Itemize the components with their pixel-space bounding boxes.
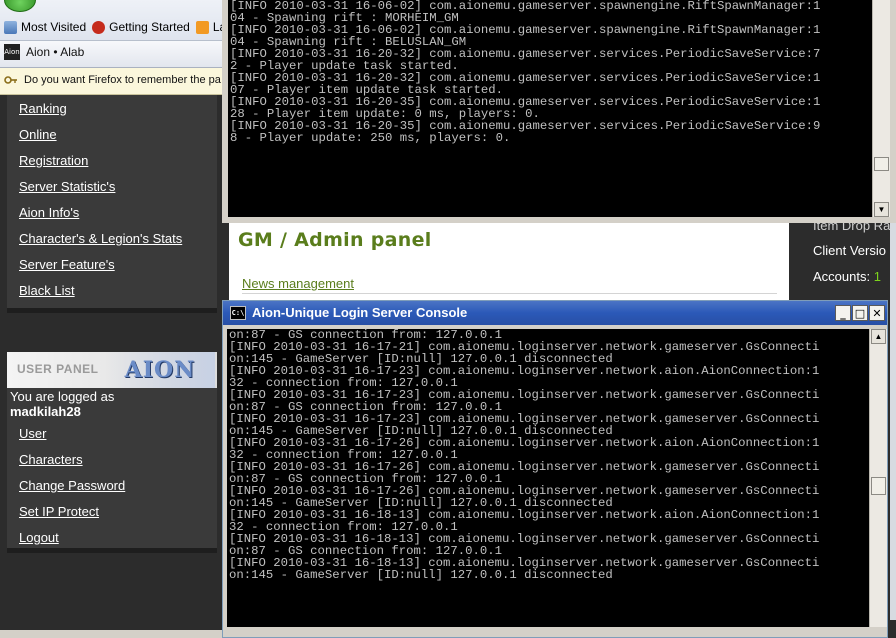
scrollbar-thumb[interactable] xyxy=(871,477,886,495)
back-button[interactable] xyxy=(4,0,36,12)
nav-link-online[interactable]: Online xyxy=(19,127,57,142)
accounts-value: 1 xyxy=(873,269,881,284)
close-button[interactable]: ✕ xyxy=(869,305,885,321)
console-window-title: Aion-Unique Login Server Console xyxy=(252,305,468,320)
console-line: on:145 - GameServer [ID:null] 127.0.0.1 … xyxy=(229,568,613,582)
news-management-link[interactable]: News management xyxy=(242,276,354,291)
main-content: GM / Admin panel News management xyxy=(229,218,789,300)
bookmarks-toolbar: Most Visited Getting Started Lat xyxy=(0,0,230,41)
user-link-set-ip-protect[interactable]: Set IP Protect xyxy=(19,504,99,519)
bookmark-label: Most Visited xyxy=(21,20,87,34)
user-link-change-password[interactable]: Change Password xyxy=(19,478,125,493)
bookmark-label: Getting Started xyxy=(109,20,190,34)
user-link-characters[interactable]: Characters xyxy=(19,452,83,467)
rss-feed-icon xyxy=(195,20,209,34)
password-notification-bar: Do you want Firefox to remember the pa xyxy=(0,68,230,95)
bookmarks-folder-icon xyxy=(4,20,17,34)
login-console-scrollbar[interactable]: ▲ xyxy=(869,329,887,627)
server-info-panel: Item Drop Ra Client Versio Accounts: 1 xyxy=(800,218,896,300)
tab-title: Aion • Alab xyxy=(26,45,85,59)
content-divider xyxy=(242,293,777,294)
page-title: GM / Admin panel xyxy=(238,229,432,251)
aion-favicon-icon: Aion xyxy=(4,44,20,60)
nav-link-registration[interactable]: Registration xyxy=(19,153,88,168)
logged-in-username: madkilah28 xyxy=(10,404,81,419)
nav-link-aion-info[interactable]: Aion Info's xyxy=(19,205,79,220)
nav-link-character-legion-stats[interactable]: Character's & Legion's Stats xyxy=(19,231,182,246)
tab-bar: Aion Aion • Alab xyxy=(0,41,230,68)
client-version-label: Client Versio xyxy=(813,243,886,258)
nav-link-ranking[interactable]: Ranking xyxy=(19,101,67,116)
user-link-logout[interactable]: Logout xyxy=(19,530,59,545)
accounts-label: Accounts: xyxy=(813,269,874,284)
key-icon xyxy=(4,76,17,84)
tab-aion[interactable]: Aion Aion • Alab xyxy=(4,44,84,60)
browser-status-bar xyxy=(0,630,222,638)
game-server-console-window[interactable]: [INFO 2010-03-31 16-06-02] com.aionemu.g… xyxy=(222,0,896,223)
bookmark-most-visited[interactable]: Most Visited xyxy=(4,20,86,34)
aion-logo: AION xyxy=(105,352,215,388)
user-panel-title: USER PANEL xyxy=(17,362,99,376)
command-prompt-icon: C:\ xyxy=(230,305,246,320)
aion-logo-text: AION xyxy=(124,357,196,383)
nav-link-server-features[interactable]: Server Feature's xyxy=(19,257,115,272)
logged-in-label: You are logged as xyxy=(10,389,115,404)
minimize-button[interactable]: _ xyxy=(835,305,851,321)
maximize-button[interactable]: □ xyxy=(852,305,868,321)
nav-link-server-statistics[interactable]: Server Statistic's xyxy=(19,179,115,194)
scrollbar-thumb[interactable] xyxy=(874,157,889,171)
user-panel-divider xyxy=(7,548,217,553)
game-server-console-output[interactable]: [INFO 2010-03-31 16-06-02] com.aionemu.g… xyxy=(228,0,872,217)
accounts-stat: Accounts: 1 xyxy=(813,269,881,284)
user-link-user[interactable]: User xyxy=(19,426,46,441)
game-console-scrollbar[interactable]: ▼ xyxy=(872,0,890,217)
login-server-console-output[interactable]: on:87 - GS connection from: 127.0.0.1 [IN… xyxy=(227,329,869,627)
firefox-icon xyxy=(92,20,106,34)
nav-link-black-list[interactable]: Black List xyxy=(19,283,75,298)
user-panel-header: USER PANEL AION xyxy=(7,352,217,388)
console-titlebar[interactable]: C:\ Aion-Unique Login Server Console _ □… xyxy=(223,301,887,325)
scroll-up-icon[interactable]: ▲ xyxy=(871,329,886,344)
login-server-console-window[interactable]: C:\ Aion-Unique Login Server Console _ □… xyxy=(222,300,888,638)
scroll-down-icon[interactable]: ▼ xyxy=(874,202,889,217)
bookmark-getting-started[interactable]: Getting Started xyxy=(92,20,190,34)
nav-divider xyxy=(7,308,217,313)
notification-text: Do you want Firefox to remember the pa xyxy=(24,74,221,86)
console-line: 8 - Player update: 250 ms, players: 0. xyxy=(230,131,511,145)
